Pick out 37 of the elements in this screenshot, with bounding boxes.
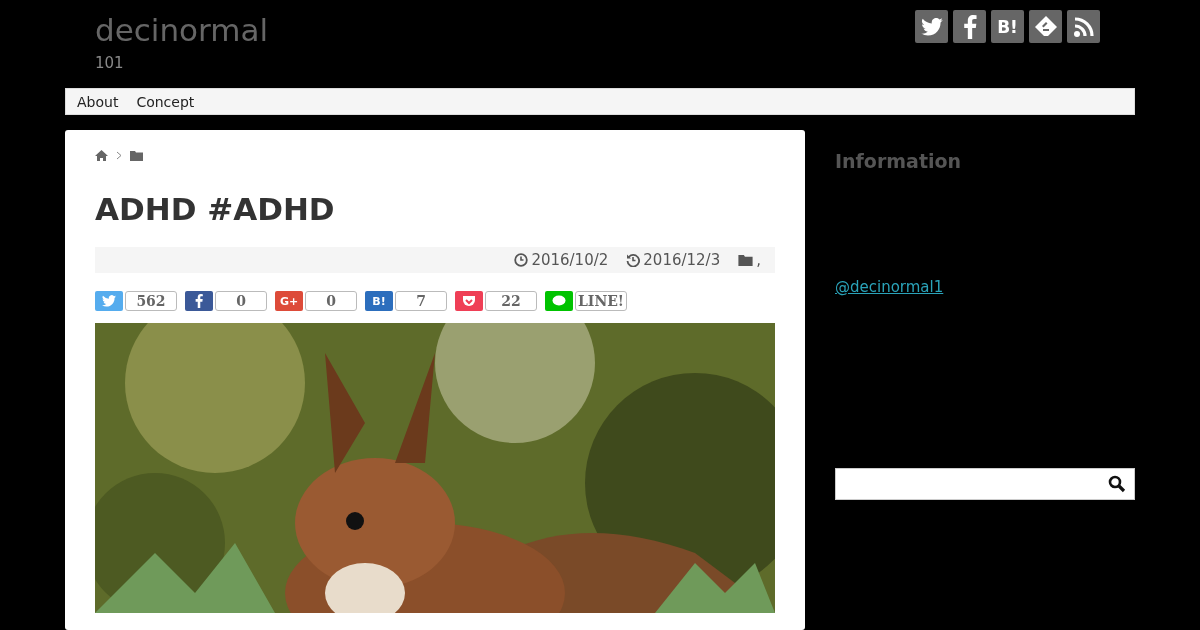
history-icon <box>626 253 641 267</box>
facebook-share-button[interactable] <box>185 291 213 311</box>
share-count: LINE! <box>575 291 627 311</box>
twitter-link[interactable]: @decinormal1 <box>835 278 1135 296</box>
folder-icon[interactable] <box>130 150 143 161</box>
speech-bubble-icon <box>552 295 566 307</box>
site-subtitle: 101 <box>95 54 125 72</box>
chevron-right-icon <box>116 151 122 160</box>
twitter-bird-icon <box>102 295 116 307</box>
updated-date: 2016/12/3 <box>643 251 721 269</box>
search-field[interactable] <box>835 468 1135 500</box>
home-icon[interactable] <box>95 150 108 161</box>
site-title[interactable]: decinormal <box>95 12 269 48</box>
nav-link[interactable]: Concept <box>136 93 195 110</box>
category-separator: , <box>756 251 761 269</box>
published-date: 2016/10/2 <box>531 251 609 269</box>
rss-icon[interactable] <box>1067 10 1100 43</box>
share-count: 0 <box>305 291 357 311</box>
nav-link[interactable]: About <box>77 93 119 110</box>
google-plus-share-button[interactable]: G+ <box>275 291 303 311</box>
share-count: 562 <box>125 291 177 311</box>
widget-heading: Information <box>835 150 963 172</box>
share-count: 0 <box>215 291 267 311</box>
facebook-icon[interactable] <box>953 10 986 43</box>
hatena-bookmark-icon[interactable]: B! <box>991 10 1024 43</box>
share-count: 22 <box>485 291 537 311</box>
facebook-icon <box>195 294 203 308</box>
article-title: ADHD #ADHD <box>95 191 336 227</box>
search-icon[interactable] <box>1108 475 1126 493</box>
clock-icon <box>514 253 529 267</box>
hatena-share-button[interactable]: B! <box>365 291 393 311</box>
pocket-share-button[interactable] <box>455 291 483 311</box>
pocket-icon <box>462 295 476 307</box>
twitter-bird-icon[interactable] <box>915 10 948 43</box>
folder-icon <box>738 254 754 266</box>
feedly-icon[interactable] <box>1029 10 1062 43</box>
share-count: 7 <box>395 291 447 311</box>
